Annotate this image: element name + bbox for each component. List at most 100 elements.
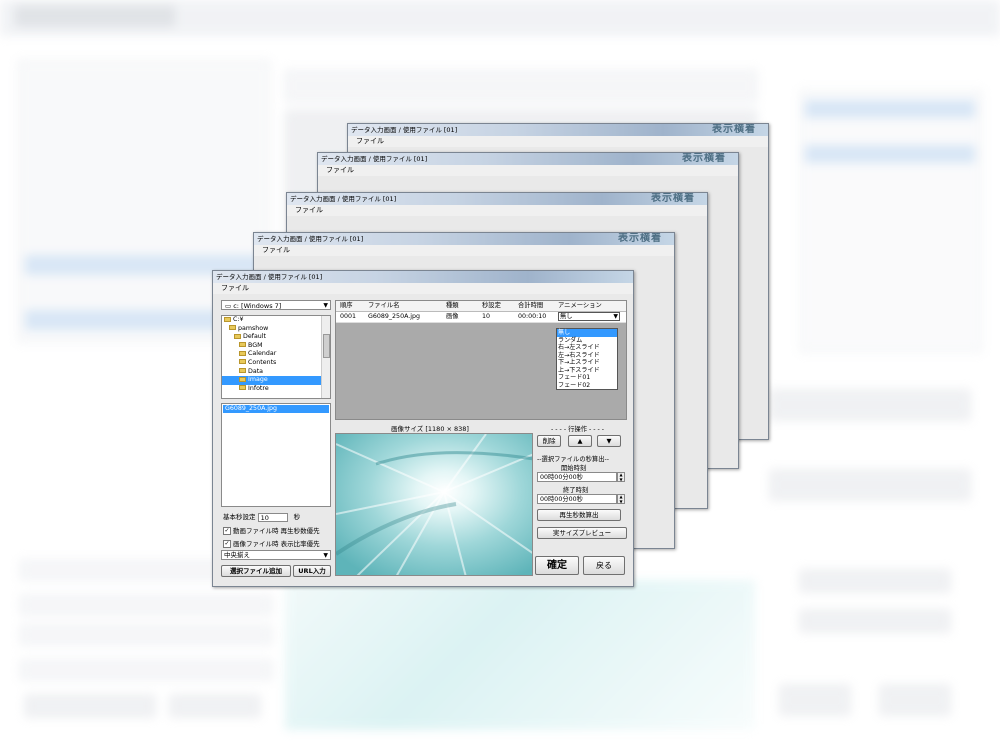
url-input-button[interactable]: URL入力 [293, 565, 331, 577]
col-seconds[interactable]: 秒設定 [482, 301, 501, 311]
menu-file[interactable]: ファイル [213, 283, 633, 294]
tree-node[interactable]: Infotre [222, 385, 330, 394]
dropdown-option[interactable]: フェード02 [557, 382, 617, 390]
end-time-input[interactable]: 00時00分00秒 [537, 494, 617, 504]
table-row[interactable]: 0001 G6089_250A.jpg 画像 10 00:00:10 無し ▼ [336, 312, 626, 323]
folder-icon [239, 350, 246, 356]
col-filename[interactable]: ファイル名 [368, 301, 399, 311]
window-title: データ入力画面 / 使用ファイル [01] [216, 273, 323, 281]
cell-seconds[interactable]: 10 [482, 312, 490, 322]
move-up-button[interactable]: ▲ [568, 435, 592, 447]
calc-seconds-button[interactable]: 再生秒数算出 [537, 509, 621, 521]
title-bar: データ入力画面 / 使用ファイル [01] 表示横着 [318, 153, 738, 165]
chevron-down-icon: ▼ [323, 302, 328, 309]
tree-node-label: BGM [248, 341, 263, 349]
ok-button[interactable]: 確定 [535, 556, 579, 575]
tree-node[interactable]: C:¥ [222, 316, 330, 325]
tree-node-label: C:¥ [233, 316, 244, 323]
folder-icon [239, 368, 246, 374]
add-file-button[interactable]: 選択ファイル追加 [221, 565, 291, 577]
tree-node[interactable]: Data [222, 368, 330, 377]
checkbox-video-priority[interactable]: ✓ 動画ファイル時 再生秒数優先 [223, 525, 320, 535]
animation-dropdown-list[interactable]: 無し ランダム 右→左スライド 左→右スライド 下→上スライド 上→下スライド フェード01… [556, 328, 618, 390]
dropdown-option[interactable]: 上→下スライド [557, 367, 617, 375]
folder-icon [229, 325, 236, 331]
dialog-window-front: データ入力画面 / 使用ファイル [01] ファイル ▭ c: [Windows… [212, 270, 634, 587]
image-preview [335, 433, 533, 576]
logo-text: 表示横着 [712, 124, 756, 135]
col-animation[interactable]: アニメーション [558, 301, 602, 311]
window-title: データ入力画面 / 使用ファイル [01] [257, 235, 364, 243]
checkbox-image-ratio[interactable]: ✓ 画像ファイル時 表示比率優先 [223, 538, 320, 548]
tree-node-label: Contents [248, 358, 277, 366]
folder-icon [239, 385, 246, 391]
start-time-input[interactable]: 00時00分00秒 [537, 472, 617, 482]
tree-node[interactable]: Image [222, 376, 330, 385]
tree-node-label: Data [248, 367, 264, 375]
chevron-down-icon: ▼ [323, 552, 328, 559]
move-down-button[interactable]: ▼ [597, 435, 621, 447]
arrow-down-icon: ▼ [606, 437, 612, 445]
row-ops-label: - - - - 行操作 - - - - [551, 426, 605, 433]
align-select[interactable]: 中央揃え ▼ [221, 550, 331, 560]
dropdown-option[interactable]: ランダム [557, 337, 617, 345]
dropdown-option[interactable]: 左→右スライド [557, 352, 617, 360]
animation-select[interactable]: 無し ▼ [558, 312, 620, 321]
tree-node[interactable]: pamshow [222, 325, 330, 334]
logo-text: 表示横着 [651, 193, 695, 204]
col-order[interactable]: 順序 [340, 301, 353, 311]
chevron-down-icon: ▼ [613, 313, 618, 320]
menu-file[interactable]: ファイル [318, 165, 738, 176]
start-time-label: 開始時刻 [561, 465, 587, 472]
cell-filename: G6089_250A.jpg [368, 313, 421, 320]
tree-node[interactable]: Default [222, 333, 330, 342]
image-size-label: 画像サイズ [1180 × 838] [391, 425, 469, 433]
title-bar: データ入力画面 / 使用ファイル [01] [213, 271, 633, 283]
col-total[interactable]: 合計時間 [518, 301, 543, 311]
dropdown-option[interactable]: 無し [557, 329, 617, 337]
menu-file[interactable]: ファイル [287, 205, 707, 216]
dropdown-option[interactable]: 下→上スライド [557, 359, 617, 367]
cell-order: 0001 [340, 313, 357, 320]
calc-section-label: --選択ファイルの秒算出-- [537, 456, 610, 463]
drive-select[interactable]: ▭ c: [Windows 7] ▼ [221, 300, 331, 310]
menu-file[interactable]: ファイル [254, 245, 674, 256]
file-list[interactable]: G6089_250A.jpg [221, 403, 331, 507]
folder-tree[interactable]: C:¥ pamshow Default BGM Calendar Contents Data… [221, 315, 331, 399]
tree-node-label: Default [243, 333, 267, 341]
checkmark-icon: ✓ [223, 540, 231, 548]
actual-size-preview-button[interactable]: 実サイズプレビュー [537, 527, 627, 539]
window-title: データ入力画面 / 使用ファイル [01] [290, 195, 397, 203]
back-button[interactable]: 戻る [583, 556, 625, 575]
window-title: データ入力画面 / 使用ファイル [01] [321, 155, 428, 163]
end-time-spinner[interactable]: ▲ ▼ [617, 494, 625, 504]
drive-value: c: [Windows 7] [233, 302, 282, 310]
cell-total: 00:00:10 [518, 313, 547, 320]
tree-node-label: Infotre [248, 384, 269, 392]
end-time-label: 終了時刻 [563, 487, 589, 494]
tree-scrollbar[interactable] [321, 316, 330, 398]
tree-node[interactable]: BGM [222, 342, 330, 351]
grid-header: 順序 ファイル名 種類 秒設定 合計時間 アニメーション [336, 301, 626, 312]
folder-icon [234, 333, 241, 339]
folder-icon [239, 359, 246, 365]
col-type[interactable]: 種類 [446, 301, 459, 311]
start-time-spinner[interactable]: ▲ ▼ [617, 472, 625, 482]
tree-node[interactable]: Contents [222, 359, 330, 368]
checkbox-label: 画像ファイル時 表示比率優先 [233, 540, 320, 548]
window-title: データ入力画面 / 使用ファイル [01] [351, 126, 458, 134]
dropdown-option[interactable]: フェード01 [557, 374, 617, 382]
dropdown-option[interactable]: 右→左スライド [557, 344, 617, 352]
delete-button[interactable]: 削除 [537, 435, 561, 447]
menu-file[interactable]: ファイル [348, 136, 768, 147]
drive-icon: ▭ [225, 302, 234, 310]
logo-text: 表示横着 [682, 153, 726, 164]
basic-seconds-row: 基本秒設定 10 秒 [223, 511, 300, 522]
checkmark-icon: ✓ [223, 527, 231, 535]
tree-node[interactable]: Calendar [222, 350, 330, 359]
title-bar: データ入力画面 / 使用ファイル [01] 表示横着 [254, 233, 674, 245]
scrollbar-thumb[interactable] [323, 334, 330, 358]
basic-seconds-input[interactable]: 10 [257, 512, 288, 522]
file-list-item[interactable]: G6089_250A.jpg [223, 405, 329, 413]
folder-icon [224, 316, 231, 322]
